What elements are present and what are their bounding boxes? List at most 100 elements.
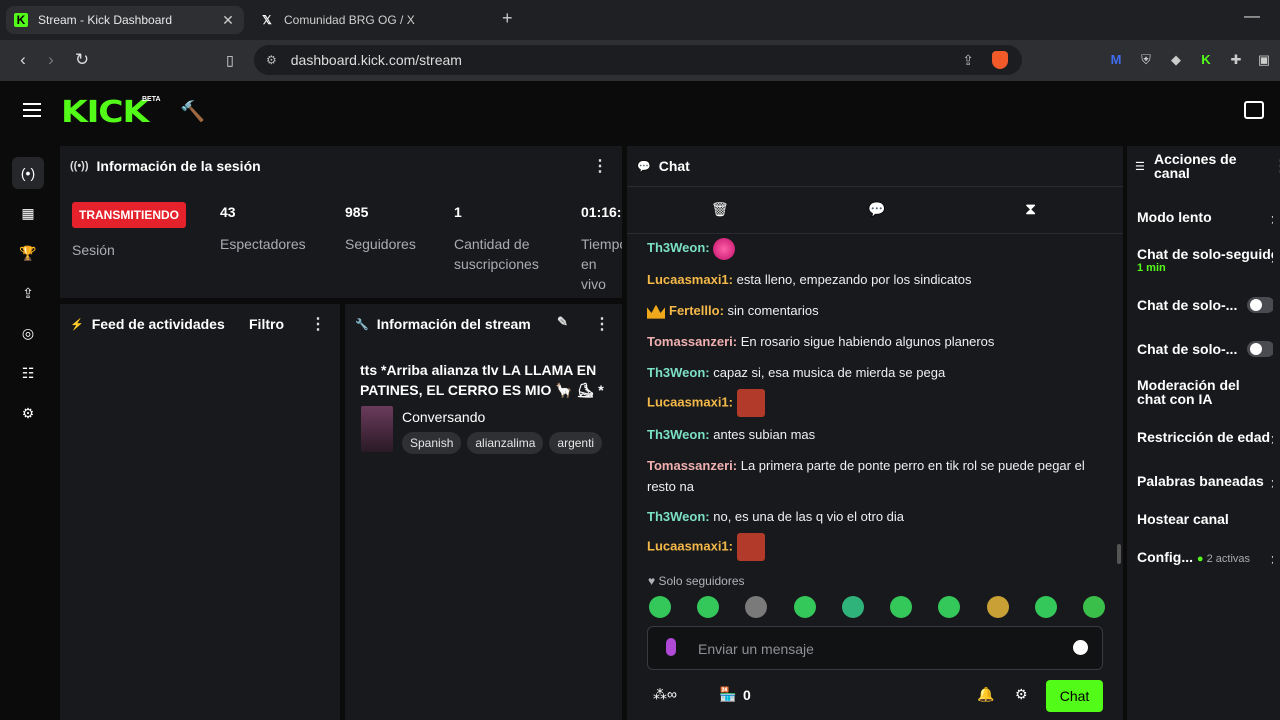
app-header: KICK BETA 🔨 <box>0 81 1280 143</box>
chat-username[interactable]: Lucaasmaxi1 <box>647 538 729 553</box>
chat-input[interactable]: Enviar un mensaje <box>647 626 1103 670</box>
chat-footer: ⁂∞ 🏪 0 🔔 ⚙ Chat <box>627 678 1123 714</box>
menu-icon[interactable] <box>23 103 41 117</box>
actions-menu-icon[interactable]: ⋮ <box>1273 156 1280 176</box>
tag[interactable]: argenti <box>549 432 603 454</box>
chat-username[interactable]: Tomassanzeri <box>647 334 733 349</box>
chat-username[interactable]: Th3Weon <box>647 240 705 255</box>
emote-icon[interactable] <box>745 596 768 618</box>
chat-username[interactable]: Lucaasmaxi1 <box>647 272 729 287</box>
crown-badge-icon <box>647 304 665 319</box>
chat-username[interactable]: Fertelllo <box>669 303 720 318</box>
extension-kick-icon[interactable]: K <box>1198 52 1214 68</box>
tag[interactable]: alianzalima <box>467 432 544 454</box>
extension-diamond-icon[interactable]: ◆ <box>1168 52 1184 68</box>
send-chat-button[interactable]: Chat <box>1046 680 1103 712</box>
tab-kick-dashboard[interactable]: K Stream - Kick Dashboard ✕ <box>6 6 244 34</box>
tab-comunidad[interactable]: 𝕏 Comunidad BRG OG / X <box>252 6 492 34</box>
lightning-icon: ⚡ <box>70 318 84 331</box>
broadcast-icon[interactable]: (•) <box>12 157 44 189</box>
session-info-panel: ((•)) Información de la sesión ⋮ TRANSMI… <box>60 146 622 298</box>
filter-button[interactable]: Filtro <box>249 316 284 332</box>
edit-icon[interactable]: ✎ <box>557 314 568 330</box>
trophy-icon[interactable]: 🏆 <box>12 237 44 269</box>
back-button[interactable]: ‹ <box>12 49 34 71</box>
site-settings-icon[interactable]: ⚙ <box>266 53 277 67</box>
stream-menu-icon[interactable]: ⋮ <box>594 314 610 334</box>
emote-icon[interactable] <box>793 596 816 618</box>
ai-moderation-item[interactable]: Moderación del chat con IA <box>1137 378 1255 406</box>
emote-icon[interactable] <box>697 596 720 618</box>
emote-icon[interactable] <box>1034 596 1057 618</box>
wallet-icon[interactable]: ▣ <box>1256 52 1272 68</box>
viewers-label: Espectadores <box>220 236 306 252</box>
host-channel-item[interactable]: Hostear canal <box>1137 511 1273 527</box>
toggle-switch[interactable] <box>1247 297 1273 313</box>
close-tab-icon[interactable]: ✕ <box>220 12 236 29</box>
hourglass-icon[interactable]: ⧗ <box>1025 201 1036 219</box>
emoji-picker-icon[interactable] <box>1073 640 1088 655</box>
new-tab-button[interactable]: + <box>502 8 513 29</box>
session-menu-icon[interactable]: ⋮ <box>592 156 608 176</box>
community-icon[interactable]: ☷ <box>12 357 44 389</box>
feed-menu-icon[interactable]: ⋮ <box>310 314 326 334</box>
browser-toolbar: ‹ › ↻ ▯ ⚙ dashboard.kick.com/stream ⇪ M … <box>0 40 1280 81</box>
forward-button[interactable]: › <box>40 49 62 71</box>
reload-button[interactable]: ↻ <box>71 49 93 71</box>
chat-scrollbar[interactable] <box>1117 544 1121 564</box>
age-restriction-item[interactable]: Restricción de edad› <box>1137 429 1273 445</box>
store-icon[interactable]: 🏪 <box>719 686 736 703</box>
item-label: Hostear canal <box>1137 511 1229 527</box>
category-thumbnail[interactable] <box>361 406 393 452</box>
address-bar[interactable]: ⚙ dashboard.kick.com/stream ⇪ <box>254 45 1022 75</box>
emote-icon[interactable] <box>649 596 671 618</box>
followers-chat-item[interactable]: Chat de solo-seguidores1 min › <box>1137 246 1273 280</box>
banned-words-item[interactable]: Palabras baneadas › <box>1137 473 1273 489</box>
emote-icon[interactable] <box>986 596 1009 618</box>
analytics-icon[interactable]: ▦ <box>12 197 44 229</box>
bookmark-icon[interactable]: ▯ <box>219 49 241 71</box>
emote-icon[interactable] <box>1082 596 1105 618</box>
creator-gift-icon[interactable] <box>1244 101 1264 119</box>
chat-username[interactable]: Th3Weon <box>647 365 705 380</box>
chat-text: no, es una de las q vio el otro dia <box>713 509 905 524</box>
hammer-icon[interactable]: 🔨 <box>180 99 205 124</box>
category-name[interactable]: Conversando <box>402 409 485 425</box>
item-label: Config... <box>1137 549 1193 565</box>
chat-username[interactable]: Th3Weon <box>647 509 705 524</box>
microphone-icon[interactable] <box>666 638 676 656</box>
subscribers-chat-item[interactable]: Chat de solo-... <box>1137 297 1273 313</box>
followers-only-notice: ♥ Solo seguidores <box>648 574 745 588</box>
chat-message: Tomassanzeri: La primera parte de ponte … <box>647 458 1085 494</box>
share-icon[interactable]: ⇪ <box>962 52 974 69</box>
toggle-switch[interactable] <box>1247 341 1273 357</box>
chat-settings-icon[interactable]: ⚙ <box>1015 686 1028 703</box>
settings-icon[interactable]: ⚙ <box>12 397 44 429</box>
extensions-puzzle-icon[interactable]: ✚ <box>1228 52 1244 68</box>
camera-focus-icon[interactable]: ◎ <box>12 317 44 349</box>
item-label: Restricción de edad <box>1137 429 1271 445</box>
chat-username[interactable]: Th3Weon <box>647 427 705 442</box>
chat-username[interactable]: Lucaasmaxi1 <box>647 394 729 409</box>
upload-icon[interactable]: ⇪ <box>12 277 44 309</box>
extension-shield-icon[interactable]: ⛨ <box>1138 52 1154 68</box>
emote-icon[interactable] <box>890 596 913 618</box>
config-item[interactable]: Config... ● 2 activas› <box>1137 549 1273 565</box>
message-icon[interactable]: 💬 <box>868 201 885 218</box>
extension-m-icon[interactable]: M <box>1108 52 1124 68</box>
emote-icon[interactable] <box>841 596 864 618</box>
points-infinity-icon[interactable]: ⁂∞ <box>653 686 677 703</box>
trash-icon[interactable]: 🗑 <box>711 201 729 218</box>
emote-icon[interactable] <box>938 596 961 618</box>
slow-mode-item[interactable]: Modo lento › <box>1137 209 1273 225</box>
session-info-header: ((•)) Información de la sesión <box>70 156 612 176</box>
chat-username[interactable]: Tomassanzeri <box>647 458 733 473</box>
emote-chat-item[interactable]: Chat de solo-... <box>1137 341 1273 357</box>
emote-quickbar <box>649 596 1105 618</box>
kick-logo[interactable]: KICK <box>61 95 149 130</box>
activity-feed-title: Feed de actividades <box>91 316 225 332</box>
minimize-window-button[interactable]: — <box>1244 8 1260 26</box>
tag[interactable]: Spanish <box>402 432 462 454</box>
brave-shields-icon[interactable] <box>992 51 1008 69</box>
bell-icon[interactable]: 🔔 <box>977 686 994 703</box>
